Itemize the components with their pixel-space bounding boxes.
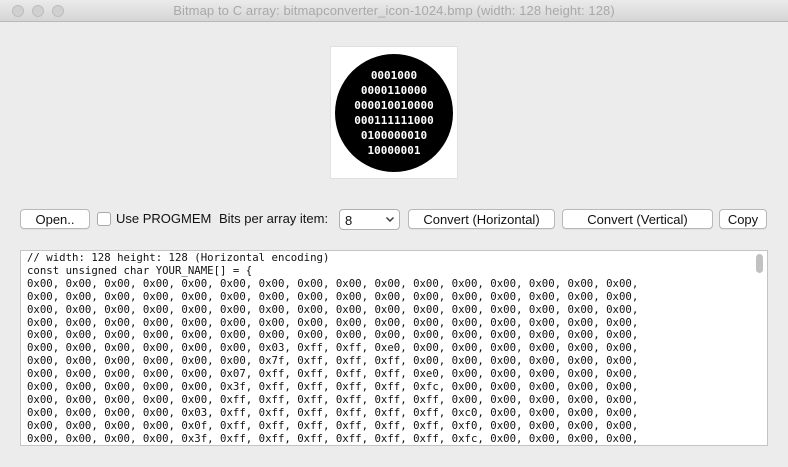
convert-vertical-button[interactable]: Convert (Vertical): [562, 209, 713, 229]
output-code: // width: 128 height: 128 (Horizontal en…: [27, 251, 639, 445]
progmem-label[interactable]: Use PROGMEM: [116, 211, 211, 226]
code-line: 0x00, 0x00, 0x00, 0x00, 0x00, 0x00, 0x03…: [27, 341, 639, 355]
icon-line: 0000110000: [361, 84, 427, 97]
output-text-area[interactable]: // width: 128 height: 128 (Horizontal en…: [20, 250, 768, 446]
code-line: 0x00, 0x00, 0x00, 0x00, 0x3f, 0xff, 0xff…: [27, 431, 639, 445]
icon-line: 10000001: [368, 144, 421, 157]
code-line: 0x00, 0x00, 0x00, 0x00, 0x00, 0x00, 0x7f…: [27, 354, 639, 368]
vertical-scrollbar[interactable]: [756, 254, 763, 273]
code-line: 0x00, 0x00, 0x00, 0x00, 0x00, 0x07, 0xff…: [27, 367, 639, 381]
convert-horizontal-button[interactable]: Convert (Horizontal): [408, 209, 555, 229]
code-line: 0x00, 0x00, 0x00, 0x00, 0x00, 0x00, 0x00…: [27, 328, 639, 342]
code-line: 0x00, 0x00, 0x00, 0x00, 0x0f, 0xff, 0xff…: [27, 418, 639, 432]
copy-button[interactable]: Copy: [719, 209, 767, 229]
code-line: 0x00, 0x00, 0x00, 0x00, 0x03, 0xff, 0xff…: [27, 405, 639, 419]
code-line: 0x00, 0x00, 0x00, 0x00, 0x00, 0x00, 0x00…: [27, 315, 639, 329]
binary-globe-icon: 0001000 0000110000 000010010000 00011111…: [335, 54, 453, 172]
code-line: 0x00, 0x00, 0x00, 0x00, 0x00, 0x00, 0x00…: [27, 302, 639, 316]
icon-line: 0001000: [371, 69, 417, 82]
code-line: 0x00, 0x00, 0x00, 0x00, 0x00, 0xff, 0xff…: [27, 392, 639, 406]
window-title: Bitmap to C array: bitmapconverter_icon-…: [173, 3, 615, 18]
code-line: // width: 128 height: 128 (Horizontal en…: [27, 251, 330, 264]
icon-line: 000111111000: [354, 114, 433, 127]
code-line: 0x00, 0x00, 0x00, 0x00, 0x00, 0x3f, 0xff…: [27, 380, 639, 394]
code-line: 0x00, 0x00, 0x00, 0x00, 0x00, 0x00, 0x00…: [27, 276, 639, 290]
code-line: 0x00, 0x00, 0x00, 0x00, 0x00, 0x00, 0x00…: [27, 289, 639, 303]
open-button[interactable]: Open..: [20, 209, 90, 229]
icon-line: 0100000010: [361, 129, 427, 142]
bitmap-preview: 0001000 0000110000 000010010000 00011111…: [330, 46, 458, 179]
code-line: const unsigned char YOUR_NAME[] = {: [27, 263, 253, 277]
icon-line: 000010010000: [354, 99, 433, 112]
bits-per-item-label: Bits per array item:: [219, 211, 329, 226]
title-bar: Bitmap to C array: bitmapconverter_icon-…: [0, 0, 788, 22]
bits-per-item-select[interactable]: 8: [339, 209, 400, 230]
bits-per-item-value: 8: [345, 213, 353, 228]
chevron-down-icon: [386, 217, 394, 222]
progmem-checkbox[interactable]: [97, 212, 111, 226]
